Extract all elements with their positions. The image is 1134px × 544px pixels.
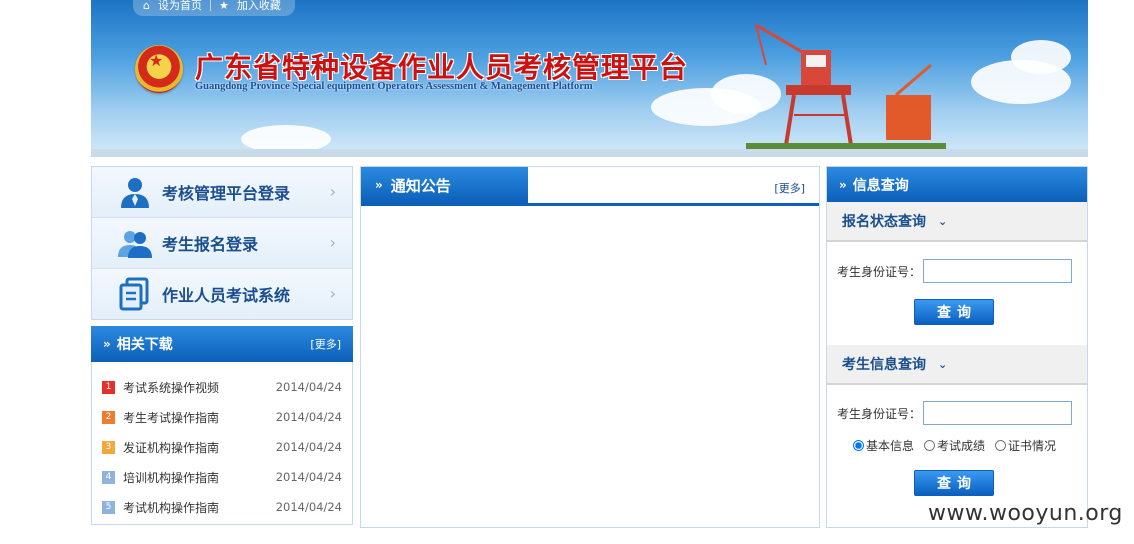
- radio-label: 证书情况: [1008, 439, 1057, 453]
- download-title[interactable]: 培训机构操作指南: [123, 469, 219, 486]
- radio-exam-score-input[interactable]: [924, 440, 936, 451]
- info-query-panel: » 信息查询 报名状态查询 ⌄ 考生身份证号： 查询 考生信息查询 ⌄ 考生身份…: [826, 166, 1088, 528]
- exam-system-button[interactable]: 作业人员考试系统 ›: [92, 269, 352, 319]
- status-query-button[interactable]: 查询: [914, 299, 994, 325]
- download-date: 2014/04/24: [275, 500, 342, 514]
- users-icon: [118, 231, 152, 258]
- notice-more-link[interactable]: [更多]: [774, 180, 805, 196]
- document-icon: [119, 277, 149, 311]
- banner-divider: [91, 149, 1088, 157]
- rank-badge: 1: [102, 380, 115, 394]
- login-menu: 考核管理平台登录 › 考生报名登录 › 作业人员考试系统 ›: [91, 166, 353, 320]
- top-nav: ⌂ 设为首页 ★ 加入收藏: [133, 0, 295, 16]
- download-date: 2014/04/24: [275, 380, 342, 394]
- login-item-label: 考核管理平台登录: [162, 184, 291, 203]
- set-homepage-link[interactable]: 设为首页: [158, 0, 202, 13]
- radio-label: 基本信息: [866, 439, 915, 453]
- downloads-header-wrap: » 相关下载 [更多]: [91, 326, 353, 362]
- exam-query-button[interactable]: 查询: [914, 470, 994, 496]
- candidate-login-button[interactable]: 考生报名登录 ›: [92, 218, 352, 269]
- watermark-text: www.wooyun.org: [928, 501, 1123, 526]
- login-item-label: 作业人员考试系统: [162, 286, 291, 305]
- notice-panel: » 通知公告 [更多]: [360, 166, 820, 528]
- status-id-row: 考生身份证号：: [827, 259, 1087, 283]
- site-subtitle: Guangdong Province Special equipment Ope…: [195, 81, 593, 92]
- port-crane-illustration: [746, 23, 946, 155]
- query-type-radios: 基本信息 考试成绩 证书情况: [827, 437, 1087, 454]
- list-item[interactable]: 3 发证机构操作指南 2014/04/24: [92, 432, 352, 462]
- info-title: 信息查询: [852, 177, 909, 194]
- radio-basic-info-input[interactable]: [853, 440, 864, 451]
- download-title[interactable]: 考生考试操作指南: [123, 409, 219, 426]
- notice-title: 通知公告: [390, 176, 451, 195]
- list-item[interactable]: 2 考生考试操作指南 2014/04/24: [92, 402, 352, 432]
- exam-query-title: 考生信息查询: [842, 357, 926, 373]
- chevron-right-icon: ›: [329, 182, 336, 201]
- status-query-header[interactable]: 报名状态查询 ⌄: [827, 202, 1087, 242]
- status-id-label: 考生身份证号：: [837, 264, 922, 279]
- rank-badge: 4: [102, 470, 115, 484]
- national-emblem-icon: [135, 45, 183, 93]
- download-date: 2014/04/24: [275, 410, 342, 424]
- cloud-decoration: [1011, 40, 1071, 74]
- radio-exam-score[interactable]: 考试成绩: [924, 437, 985, 454]
- list-item[interactable]: 4 培训机构操作指南 2014/04/24: [92, 462, 352, 492]
- star-icon: ★: [218, 0, 229, 12]
- page-container: ⌂ 设为首页 ★ 加入收藏 广东省特种设备作业人员考核管理平台 Guangdon…: [91, 0, 1088, 544]
- chevron-down-icon: ⌄: [938, 357, 948, 371]
- radio-certificate-input[interactable]: [995, 440, 1007, 451]
- chevron-down-icon: ⌄: [938, 214, 948, 228]
- site-title: 广东省特种设备作业人员考核管理平台: [195, 51, 689, 84]
- notice-header: » 通知公告 [更多]: [361, 167, 819, 206]
- downloads-title: 相关下载: [116, 337, 173, 353]
- radio-basic-info[interactable]: 基本信息: [853, 437, 914, 454]
- downloads-panel: 1 考试系统操作视频 2014/04/24 2 考生考试操作指南 2014/04…: [91, 362, 353, 525]
- status-id-input[interactable]: [923, 259, 1073, 283]
- downloads-header: » 相关下载 [更多]: [91, 326, 353, 362]
- nav-divider: [209, 0, 211, 11]
- list-item[interactable]: 5 考试机构操作指南 2014/04/24: [92, 492, 352, 522]
- download-date: 2014/04/24: [275, 470, 342, 484]
- double-chevron-icon: »: [375, 178, 383, 192]
- tab-notice[interactable]: » 通知公告: [361, 167, 528, 203]
- rank-badge: 5: [102, 500, 115, 514]
- user-icon: [121, 178, 149, 208]
- chevron-right-icon: ›: [329, 233, 336, 252]
- login-item-label: 考生报名登录: [162, 235, 259, 254]
- double-chevron-icon: »: [839, 177, 847, 192]
- download-title[interactable]: 考试系统操作视频: [123, 379, 219, 396]
- exam-id-row: 考生身份证号：: [827, 401, 1087, 425]
- home-icon: ⌂: [143, 0, 150, 12]
- radio-certificate[interactable]: 证书情况: [995, 437, 1056, 454]
- exam-id-input[interactable]: [923, 401, 1073, 425]
- radio-label: 考试成绩: [937, 439, 986, 453]
- download-date: 2014/04/24: [275, 440, 342, 454]
- exam-id-label: 考生身份证号：: [837, 406, 922, 421]
- download-title[interactable]: 发证机构操作指南: [123, 439, 219, 456]
- info-header: » 信息查询: [827, 167, 1087, 202]
- header-banner: ⌂ 设为首页 ★ 加入收藏 广东省特种设备作业人员考核管理平台 Guangdon…: [91, 0, 1088, 157]
- rank-badge: 2: [102, 410, 115, 424]
- add-favorite-link[interactable]: 加入收藏: [237, 0, 281, 13]
- rank-badge: 3: [102, 440, 115, 454]
- chevron-right-icon: ›: [329, 284, 336, 303]
- list-item[interactable]: 1 考试系统操作视频 2014/04/24: [92, 372, 352, 402]
- download-title[interactable]: 考试机构操作指南: [123, 499, 219, 516]
- exam-query-header[interactable]: 考生信息查询 ⌄: [827, 345, 1087, 385]
- downloads-list: 1 考试系统操作视频 2014/04/24 2 考生考试操作指南 2014/04…: [92, 362, 352, 522]
- platform-login-button[interactable]: 考核管理平台登录 ›: [92, 167, 352, 218]
- downloads-more-link[interactable]: [更多]: [310, 336, 341, 352]
- double-chevron-icon: »: [103, 337, 111, 351]
- status-query-title: 报名状态查询: [842, 214, 926, 230]
